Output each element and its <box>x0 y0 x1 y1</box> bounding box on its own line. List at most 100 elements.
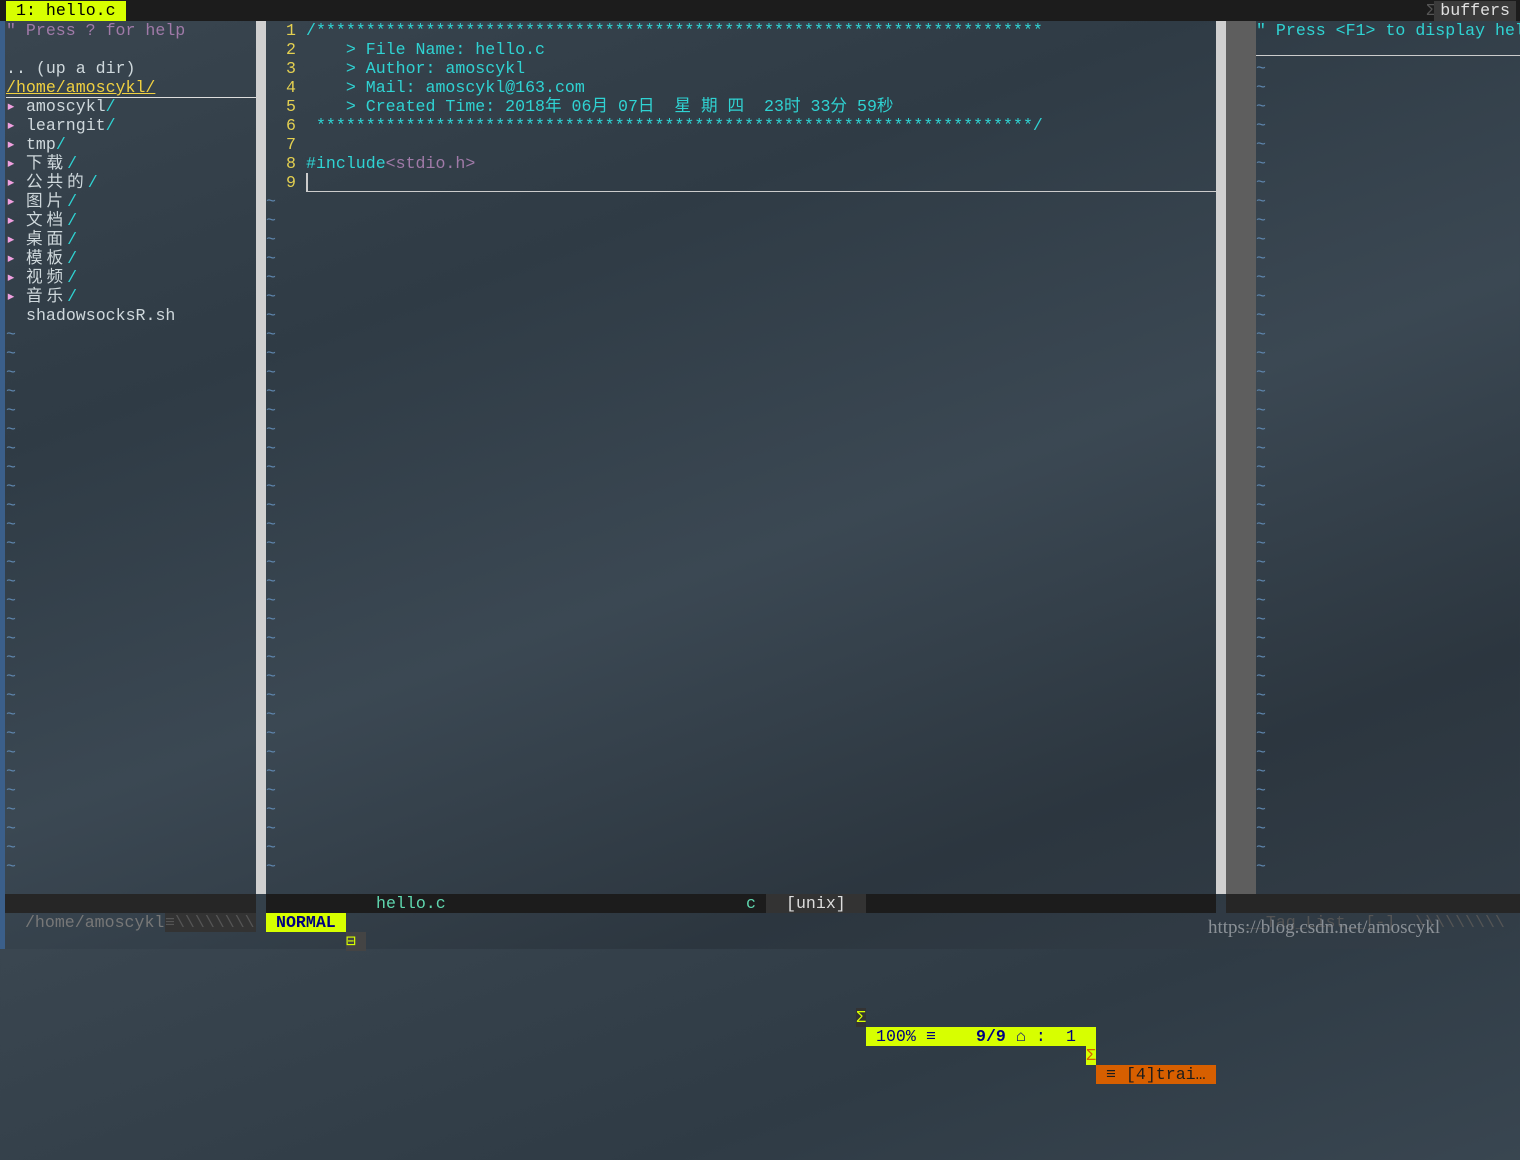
tree-dir[interactable]: ▸ 下载/ <box>6 154 77 173</box>
expand-arrow-icon: ▸ <box>6 97 16 116</box>
empty-line-marker: ~ <box>6 496 16 515</box>
empty-line-marker: ~ <box>6 420 16 439</box>
empty-line-marker: ~ <box>1256 325 1266 344</box>
dir-name: 图片 <box>25 192 68 211</box>
empty-line-marker: ~ <box>1256 344 1266 363</box>
empty-line-marker: ~ <box>6 458 16 477</box>
empty-line-marker: ~ <box>1256 230 1266 249</box>
empty-line-marker: ~ <box>266 344 276 363</box>
tabline: 1: hello.c Σ buffers <box>0 0 1520 21</box>
empty-line-marker: ~ <box>6 610 16 629</box>
up-dir[interactable]: .. (up a dir) <box>6 59 135 78</box>
tree-dir[interactable]: ▸ tmp/ <box>6 135 66 154</box>
empty-line-marker: ~ <box>6 382 16 401</box>
empty-line-marker: ~ <box>1256 762 1266 781</box>
empty-line-marker: ~ <box>1256 572 1266 591</box>
line-number: 2 <box>286 40 296 59</box>
empty-line-marker: ~ <box>1256 610 1266 629</box>
line-number: 9 <box>286 173 296 192</box>
empty-line-marker: ~ <box>6 629 16 648</box>
code-line: 4 > Mail: amoscykl@163.com <box>266 78 585 97</box>
empty-line-marker: ~ <box>266 667 276 686</box>
code-text: > Mail: amoscykl@163.com <box>306 78 585 97</box>
empty-line-marker: ~ <box>1256 857 1266 876</box>
tree-dir[interactable]: ▸ 音乐/ <box>6 287 77 306</box>
empty-line-marker: ~ <box>266 724 276 743</box>
empty-line-marker: ~ <box>266 211 276 230</box>
empty-line-marker: ~ <box>266 534 276 553</box>
empty-line-marker: ~ <box>1256 534 1266 553</box>
empty-line-marker: ~ <box>6 819 16 838</box>
empty-line-marker: ~ <box>266 401 276 420</box>
empty-line-marker: ~ <box>266 648 276 667</box>
percent-icon: ≡ <box>926 1027 936 1046</box>
empty-line-marker: ~ <box>266 762 276 781</box>
tree-dir[interactable]: ▸ 图片/ <box>6 192 77 211</box>
empty-line-marker: ~ <box>6 838 16 857</box>
empty-line-marker: ~ <box>266 515 276 534</box>
tree-dir[interactable]: ▸ 桌面/ <box>6 230 77 249</box>
code-text: > File Name: hello.c <box>306 40 545 59</box>
code-line: 3 > Author: amoscykl <box>266 59 525 78</box>
tab-hello-c[interactable]: 1: hello.c <box>6 1 126 21</box>
empty-line-marker: ~ <box>1256 154 1266 173</box>
empty-line-marker: ~ <box>266 477 276 496</box>
empty-line-marker: ~ <box>6 781 16 800</box>
empty-line-marker: ~ <box>266 439 276 458</box>
dir-name: 下载 <box>25 154 68 173</box>
expand-arrow-icon: ▸ <box>6 268 16 287</box>
empty-line-marker: ~ <box>6 477 16 496</box>
dir-name: 视频 <box>25 268 68 287</box>
tree-file[interactable]: shadowsocksR.sh <box>26 306 175 325</box>
empty-line-marker: ~ <box>266 800 276 819</box>
empty-line-marker: ~ <box>266 591 276 610</box>
tree-dir[interactable]: ▸ 视频/ <box>6 268 77 287</box>
empty-line-marker: ~ <box>1256 819 1266 838</box>
status-percent: 100% <box>876 1027 916 1046</box>
tree-dir[interactable]: ▸ 模板/ <box>6 249 77 268</box>
empty-line-marker: ~ <box>1256 724 1266 743</box>
tree-dir[interactable]: ▸ amoscykl/ <box>6 97 116 116</box>
empty-line-marker: ~ <box>266 249 276 268</box>
empty-line-marker: ~ <box>1256 705 1266 724</box>
empty-line-marker: ~ <box>1256 173 1266 192</box>
empty-line-marker: ~ <box>266 686 276 705</box>
empty-line-marker: ~ <box>6 344 16 363</box>
tree-root[interactable]: /home/amoscykl/ <box>6 78 256 98</box>
empty-line-marker: ~ <box>1256 97 1266 116</box>
expand-arrow-icon: ▸ <box>6 211 16 230</box>
tree-dir[interactable]: ▸ learngit/ <box>6 116 116 135</box>
nerdtree-statusline: /home/amoscykl ≡\\\\\\\\ <box>5 894 256 932</box>
dir-name: 文档 <box>25 211 68 230</box>
empty-line-marker: ~ <box>1256 363 1266 382</box>
empty-line-marker: ~ <box>266 705 276 724</box>
expand-arrow-icon: ▸ <box>6 287 16 306</box>
divider <box>1256 55 1520 56</box>
expand-arrow-icon: ▸ <box>6 135 16 154</box>
dir-name: 公共的 <box>25 173 88 192</box>
empty-line-marker: ~ <box>1256 268 1266 287</box>
code-line: 1 /**************************************… <box>266 21 1043 40</box>
empty-line-marker: ~ <box>266 629 276 648</box>
empty-line-marker: ~ <box>1256 458 1266 477</box>
empty-line-marker: ~ <box>266 857 276 876</box>
empty-line-marker: ~ <box>1256 629 1266 648</box>
tagbar-help: " Press <F1> to display help <box>1256 21 1520 40</box>
vertical-split[interactable] <box>1216 21 1226 894</box>
cursor <box>306 173 308 191</box>
empty-line-marker: ~ <box>1256 553 1266 572</box>
vertical-split[interactable] <box>256 21 266 894</box>
tree-dir[interactable]: ▸ 文档/ <box>6 211 77 230</box>
status-warning: [4]trai… <box>1125 1065 1206 1084</box>
buffers-label[interactable]: buffers <box>1434 1 1516 21</box>
empty-line-marker: ~ <box>266 306 276 325</box>
dir-name: 模板 <box>25 249 68 268</box>
empty-line-marker: ~ <box>6 800 16 819</box>
empty-line-marker: ~ <box>266 287 276 306</box>
code-text: ****************************************… <box>306 116 1043 135</box>
empty-line-marker: ~ <box>266 192 276 211</box>
empty-line-marker: ~ <box>1256 287 1266 306</box>
tree-dir[interactable]: ▸ 公共的/ <box>6 173 98 192</box>
empty-line-marker: ~ <box>6 705 16 724</box>
empty-line-marker: ~ <box>6 553 16 572</box>
